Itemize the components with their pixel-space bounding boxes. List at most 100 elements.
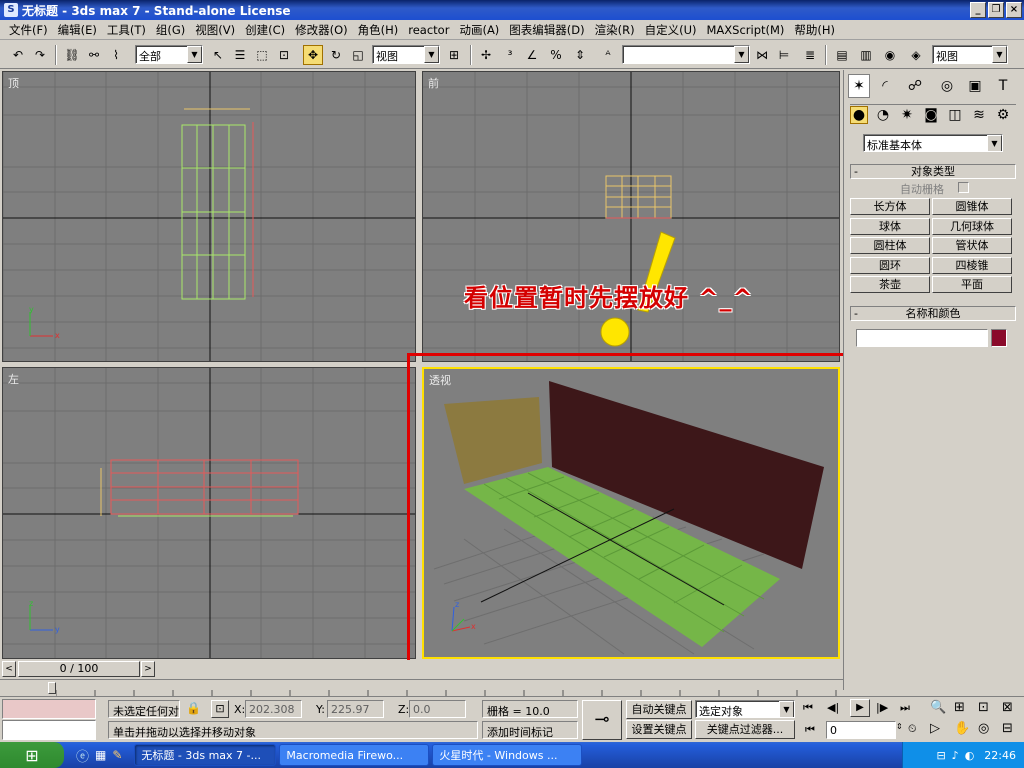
play-icon[interactable]: ▶	[850, 699, 870, 717]
link-icon[interactable]: ⛓	[62, 45, 82, 65]
geosphere-button[interactable]: 几何球体	[932, 218, 1012, 235]
absolute-mode-icon[interactable]: ⊡	[211, 700, 229, 718]
edit-named-selection-icon[interactable]: ᴬ	[598, 45, 618, 65]
start-button[interactable]: ⊞	[0, 742, 64, 768]
menu-group[interactable]: 组(G)	[151, 22, 190, 38]
viewport-label-front[interactable]: 前	[428, 75, 439, 91]
rotate-icon[interactable]: ↻	[326, 45, 346, 65]
track-bar-key-marker[interactable]	[48, 682, 56, 694]
pyramid-button[interactable]: 四棱锥	[932, 257, 1012, 274]
close-button[interactable]: ×	[1006, 2, 1022, 18]
align-icon[interactable]: ⊨	[774, 45, 794, 65]
viewport-perspective[interactable]: z x 透视	[422, 367, 840, 659]
go-to-end-icon[interactable]: ⏭	[900, 701, 910, 715]
menu-tools[interactable]: 工具(T)	[102, 22, 151, 38]
viewport-label-perspective[interactable]: 透视	[429, 372, 451, 388]
undo-icon[interactable]: ↶	[8, 45, 28, 65]
angle-snap-icon[interactable]: ∠	[522, 45, 542, 65]
motion-tab-icon[interactable]: ◎	[936, 74, 958, 98]
zoom-extents-icon[interactable]: ⊡	[978, 700, 989, 715]
spacewarps-icon[interactable]: ≋	[970, 106, 988, 124]
restore-button[interactable]: ❐	[988, 2, 1004, 18]
task-fireworks[interactable]: Macromedia Firewo...	[279, 744, 430, 766]
layer-manager-icon[interactable]: ≣	[800, 45, 820, 65]
lights-icon[interactable]: ✷	[898, 106, 916, 124]
zoom-all-icon[interactable]: ⊞	[954, 700, 965, 715]
teapot-button[interactable]: 茶壶	[850, 276, 930, 293]
set-key-button[interactable]: 设置关键点	[626, 720, 692, 739]
manipulate-icon[interactable]: ✢	[476, 45, 496, 65]
viewport-front[interactable]: 前	[422, 71, 840, 362]
zoom-extents-all-icon[interactable]: ⊠	[1002, 700, 1013, 715]
tray-volume-icon[interactable]: ♪	[952, 749, 959, 762]
helpers-icon[interactable]: ◫	[946, 106, 964, 124]
maximize-viewport-icon[interactable]: ⊟	[1002, 721, 1013, 736]
modify-tab-icon[interactable]: ◜	[874, 74, 896, 98]
y-coord-field[interactable]: 225.97	[327, 700, 384, 718]
scale-icon[interactable]: ◱	[348, 45, 368, 65]
shapes-icon[interactable]: ◔	[874, 106, 892, 124]
cameras-icon[interactable]: ◙	[922, 106, 940, 124]
viewport-top[interactable]: y x 顶	[2, 71, 416, 362]
selection-filter-dropdown[interactable]: 全部 ▼	[135, 45, 203, 64]
tube-button[interactable]: 管状体	[932, 237, 1012, 254]
media-icon[interactable]: ✎	[112, 748, 122, 762]
systems-icon[interactable]: ⚙	[994, 106, 1012, 124]
cylinder-button[interactable]: 圆柱体	[850, 237, 930, 254]
current-frame-field[interactable]: 0	[826, 721, 896, 739]
spinner-snap-icon[interactable]: ⇕	[570, 45, 590, 65]
select-by-name-icon[interactable]: ☰	[230, 45, 250, 65]
add-time-tag-button[interactable]: 添加时间标记	[482, 721, 578, 739]
x-coord-field[interactable]: 202.308	[245, 700, 302, 718]
minimize-button[interactable]: _	[970, 2, 986, 18]
desktop-icon[interactable]: ▦	[95, 748, 106, 762]
named-selection-dropdown[interactable]: ▼	[622, 45, 750, 64]
plane-button[interactable]: 平面	[932, 276, 1012, 293]
time-next-icon[interactable]: >	[141, 661, 155, 677]
ie-icon[interactable]: ⓔ	[76, 746, 89, 765]
move-icon[interactable]: ✥	[303, 45, 323, 65]
name-color-rollout[interactable]: - 名称和颜色	[850, 306, 1016, 321]
render-scene-icon[interactable]: ◈	[906, 45, 926, 65]
key-mode-toggle-icon[interactable]: ⏮	[805, 723, 815, 737]
menu-maxscript[interactable]: MAXScript(M)	[701, 23, 789, 37]
select-arrow-icon[interactable]: ↖	[208, 45, 228, 65]
object-name-input[interactable]	[856, 329, 988, 347]
arc-rotate-icon[interactable]: ◎	[978, 721, 989, 736]
menu-rendering[interactable]: 渲染(R)	[590, 22, 640, 38]
bind-spacewarp-icon[interactable]: ⌇	[106, 45, 126, 65]
window-crossing-icon[interactable]: ⊡	[274, 45, 294, 65]
geometry-icon[interactable]: ●	[850, 106, 868, 124]
frame-spinner-icon[interactable]: ⇕	[896, 722, 903, 731]
pan-icon[interactable]: ✋	[954, 721, 970, 736]
unlink-icon[interactable]: ⚯	[84, 45, 104, 65]
time-config-icon[interactable]: ⏲	[908, 722, 917, 736]
menu-views[interactable]: 视图(V)	[190, 22, 240, 38]
schematic-view-icon[interactable]: ▥	[856, 45, 876, 65]
mirror-icon[interactable]: ⋈	[752, 45, 772, 65]
hierarchy-tab-icon[interactable]: ☍	[904, 74, 926, 98]
display-tab-icon[interactable]: ▣	[964, 74, 986, 98]
object-color-swatch[interactable]	[991, 329, 1007, 347]
tray-network-icon[interactable]: ⊟	[936, 749, 945, 762]
material-editor-icon[interactable]: ◉	[880, 45, 900, 65]
utilities-tab-icon[interactable]: T	[992, 74, 1014, 98]
track-bar[interactable]	[0, 679, 843, 696]
menu-modifiers[interactable]: 修改器(O)	[290, 22, 353, 38]
viewport-left[interactable]: z y 左	[2, 367, 416, 659]
time-prev-icon[interactable]: <	[2, 661, 16, 677]
menu-reactor[interactable]: reactor	[403, 23, 454, 37]
key-mode-dropdown[interactable]: 选定对象 ▼	[695, 700, 795, 718]
torus-button[interactable]: 圆环	[850, 257, 930, 274]
viewport-label-top[interactable]: 顶	[8, 75, 19, 91]
percent-snap-icon[interactable]: %	[546, 45, 566, 65]
menu-create[interactable]: 创建(C)	[240, 22, 290, 38]
menu-file[interactable]: 文件(F)	[4, 22, 53, 38]
tray-security-icon[interactable]: ◐	[965, 749, 975, 762]
prev-frame-icon[interactable]: ◀|	[827, 701, 839, 714]
z-coord-field[interactable]: 0.0	[409, 700, 466, 718]
zoom-icon[interactable]: 🔍	[930, 700, 946, 715]
time-slider-thumb[interactable]: 0 / 100	[18, 661, 140, 677]
create-tab-icon[interactable]: ✶	[848, 74, 870, 98]
redo-icon[interactable]: ↷	[30, 45, 50, 65]
